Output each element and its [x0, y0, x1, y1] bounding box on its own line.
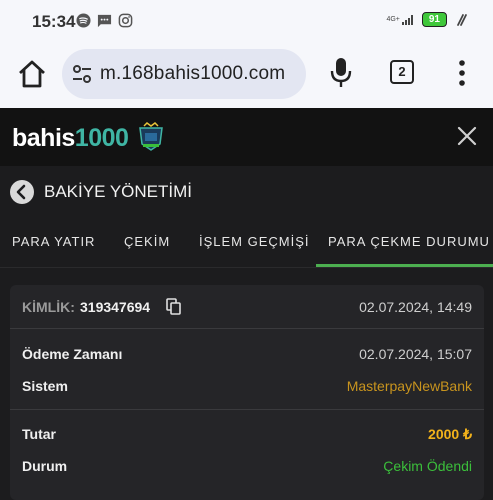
- id-value: 319347694: [80, 299, 151, 315]
- tab-deposit[interactable]: PARA YATIR: [12, 234, 95, 249]
- more-menu-icon[interactable]: [452, 58, 472, 88]
- withdrawal-card: KİMLİK: 319347694 02.07.2024, 14:49 Ödem…: [10, 285, 484, 500]
- page-heading: BAKİYE YÖNETİMİ: [0, 166, 493, 218]
- battery-indicator: 91: [421, 12, 447, 27]
- tab-bar: PARA YATIR ÇEKİM İŞLEM GEÇMİŞİ PARA ÇEKM…: [0, 218, 493, 268]
- amount-value: 2000 ₺: [428, 426, 472, 442]
- payment-time-value: 02.07.2024, 15:07: [359, 346, 472, 362]
- system-label: Sistem: [22, 378, 68, 394]
- created-date: 02.07.2024, 14:49: [359, 299, 472, 315]
- message-icon: [97, 14, 112, 28]
- active-tab-indicator: [316, 264, 493, 267]
- id-label: KİMLİK:: [22, 299, 75, 315]
- card-divider: [10, 409, 484, 410]
- status-value: Çekim Ödendi: [383, 458, 472, 474]
- url-text[interactable]: m.168bahis1000.com: [100, 63, 285, 85]
- copy-icon[interactable]: [166, 298, 182, 316]
- tab-withdrawal-status[interactable]: PARA ÇEKME DURUMU: [328, 234, 490, 249]
- card-header: KİMLİK: 319347694 02.07.2024, 14:49: [10, 285, 484, 329]
- system-value: MasterpayNewBank: [346, 378, 472, 394]
- instagram-icon: [118, 13, 133, 28]
- logo-badge-icon: [139, 122, 163, 151]
- site-logo[interactable]: bahis1000: [12, 124, 129, 153]
- home-icon[interactable]: [16, 58, 48, 90]
- amount-label: Tutar: [22, 426, 56, 442]
- site-header: bahis1000: [0, 108, 493, 166]
- chevron-left-icon: [16, 184, 26, 200]
- logo-accent: 1000: [74, 124, 129, 152]
- browser-toolbar: m.168bahis1000.com 2: [0, 44, 493, 108]
- tab-transaction-history[interactable]: İŞLEM GEÇMİŞİ: [199, 234, 310, 249]
- microphone-icon[interactable]: [328, 56, 354, 90]
- spotify-icon: [76, 13, 91, 28]
- network-indicator: 4G+: [386, 14, 413, 25]
- site-settings-icon[interactable]: [72, 65, 92, 83]
- charging-icon: [457, 13, 467, 26]
- network-type: 4G+: [386, 16, 400, 23]
- tab-switcher-button[interactable]: 2: [390, 60, 414, 84]
- tab-withdraw[interactable]: ÇEKİM: [124, 234, 170, 249]
- signal-icon: [401, 14, 413, 25]
- payment-time-label: Ödeme Zamanı: [22, 346, 123, 362]
- close-icon[interactable]: [455, 124, 479, 148]
- page-title: BAKİYE YÖNETİMİ: [44, 182, 193, 201]
- status-label: Durum: [22, 458, 68, 474]
- status-time: 15:34: [32, 12, 76, 31]
- logo-text: bahis: [12, 124, 75, 152]
- system-indicators: 4G+ 91: [386, 12, 469, 27]
- address-bar[interactable]: m.168bahis1000.com: [62, 49, 306, 99]
- back-button[interactable]: [10, 180, 34, 204]
- status-bar: 15:34 4G+ 91: [0, 0, 493, 44]
- notification-icons: [76, 13, 133, 28]
